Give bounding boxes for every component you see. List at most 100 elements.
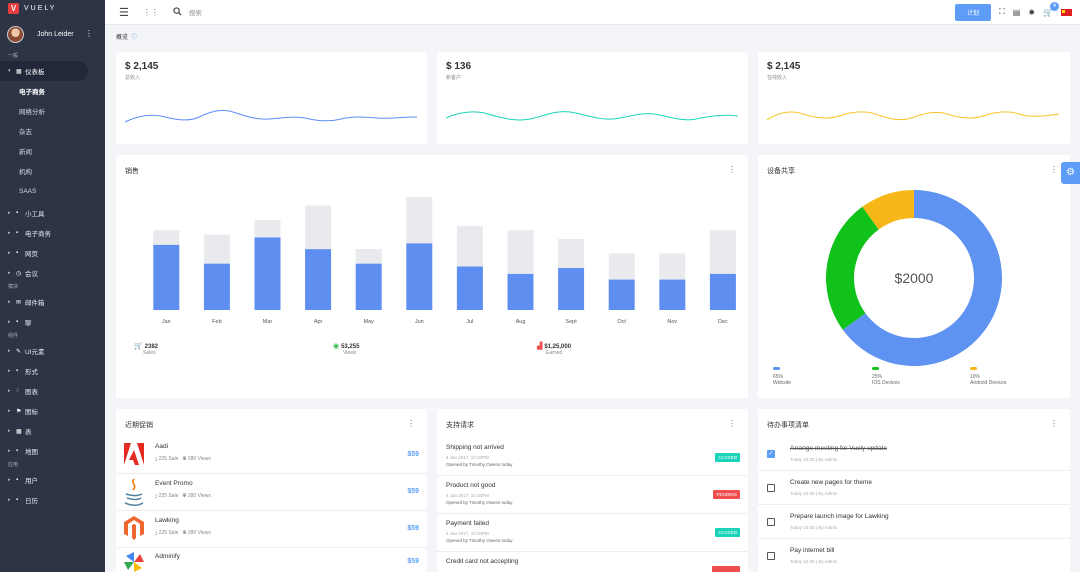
sidebar-item-calendar[interactable]: ▸ ▪ 日历 (0, 490, 105, 510)
sidebar-subitem-news[interactable]: 新闻 (0, 141, 105, 161)
sidebar-subitem-web-analytics[interactable]: 网络分析 (0, 101, 105, 121)
more-vert-icon[interactable]: ⋮ (728, 419, 736, 428)
sidebar-item-dashboard[interactable]: ▾ ▦ 仪表板 (0, 61, 88, 81)
checkbox[interactable] (767, 518, 775, 526)
promotion-price: $59 (407, 488, 419, 495)
bug-icon[interactable]: ✹ (1028, 8, 1035, 17)
bar-sept-series-2[interactable] (558, 238, 585, 268)
sidebar-item-icons[interactable]: ▸ ⚑ 图标 (0, 401, 105, 421)
bar-jul-series-2[interactable] (456, 225, 483, 267)
sidebar-item-chat[interactable]: ▸ ▪ 聊 (0, 312, 105, 332)
settings-gear-icon[interactable]: ⚙ (1061, 162, 1080, 184)
promotion-meta: ⤓ 225 Sale ◉ 280 Views (155, 530, 211, 536)
search-icon[interactable] (173, 6, 182, 18)
bar-mar-series-2[interactable] (254, 220, 281, 238)
todo-meta: Today 10:30 | By Admin (790, 491, 838, 496)
chat-icon[interactable]: ▤ (1013, 8, 1021, 17)
bar-sept-series-1[interactable] (558, 267, 585, 310)
bar-may-series-2[interactable] (355, 249, 382, 264)
sidebar-item-tables[interactable]: ▸ ▦ 表 (0, 421, 105, 441)
bar-feb-series-2[interactable] (203, 234, 230, 264)
sidebar-item-charts[interactable]: ▸ ◌ 图表 (0, 381, 105, 401)
bar-dec-series-1[interactable] (709, 273, 736, 310)
support-row[interactable]: Shipping not arrived 4 Jan 2017, 10:10PM… (437, 437, 748, 476)
bar-jun-series-2[interactable] (406, 196, 433, 244)
sidebar-item-pages[interactable]: ▸ ▪ 网页 (0, 243, 105, 263)
sidebar-item-session[interactable]: ▸ ◷ 会议 (0, 263, 105, 283)
support-row[interactable]: Product not good 4 Jan 2017, 10:10PM Ope… (437, 476, 748, 514)
summary-label: Sales (143, 350, 156, 356)
cart-icon[interactable]: 🛒 4 (1043, 1, 1059, 17)
apps-grid-icon[interactable]: ⋮⋮ (143, 8, 159, 17)
promotion-row[interactable]: Lawking ⤓ 225 Sale ◉ 280 Views $59 (116, 511, 427, 548)
bar-jan-series-2[interactable] (153, 230, 180, 245)
java-icon (124, 478, 144, 506)
more-vert-icon[interactable]: ⋮ (407, 419, 415, 428)
bar-jun-series-1[interactable] (406, 243, 433, 310)
stat-value: $ 2,145 (767, 61, 801, 72)
bar-mar-series-1[interactable] (254, 237, 281, 311)
topbar: ☰ ⋮⋮ 搜索 计划 ⛶ ▤ ✹ 🛒 4 (105, 0, 1080, 25)
promotion-views: 280 Views (187, 456, 211, 462)
bar-feb-series-1[interactable] (203, 263, 230, 310)
plan-button[interactable]: 计划 (955, 3, 992, 21)
sales-bar-chart: Jan Feb Mar Apr May Jun Jul Aug Sept Oct Nov Dec (153, 196, 736, 325)
support-date: 4 Jan 2017, 10:10PM (446, 531, 489, 536)
sidebar-item-forms[interactable]: ▸ ▪ 形式 (0, 361, 105, 381)
sidebar-item-widgets[interactable]: ▸ ▪ 小工具 (0, 203, 105, 223)
sidebar-item-ecommerce[interactable]: ▸ ▪ 电子商务 (0, 223, 105, 243)
sidebar-item-maps[interactable]: ▸ ▪ 地图 (0, 441, 105, 461)
bar-oct-series-2[interactable] (608, 253, 635, 280)
promotion-row[interactable]: Event Promo ⤓ 225 Sale ◉ 280 Views $59 (116, 474, 427, 511)
sidebar-subitem-agency[interactable]: 机构 (0, 161, 105, 181)
bar-jul-series-1[interactable] (456, 266, 483, 311)
sidebar-item-users[interactable]: ▸ ▪ 用户 (0, 470, 105, 490)
sidebar-item-ui-elements[interactable]: ▸ ✎ UI元素 (0, 341, 105, 361)
sidebar-subitem-saas[interactable]: SAAS (0, 181, 105, 201)
logo[interactable]: V VUELY (0, 0, 105, 17)
todo-row[interactable]: Pay internet bill Today 10:30 | By Admin (758, 539, 1070, 572)
bar-nov-series-1[interactable] (659, 279, 686, 310)
x-tick-label: May (364, 319, 375, 325)
bar-apr-series-2[interactable] (305, 205, 332, 250)
chat-icon: ▪ (16, 319, 19, 325)
todo-meta: Today 10:30 | By Admin (790, 457, 838, 462)
todo-row[interactable]: Create new pages for theme Today 10:30 |… (758, 471, 1070, 505)
bar-aug-series-2[interactable] (507, 230, 534, 274)
user-profile[interactable]: John Leider ⋮ (0, 17, 105, 52)
sidebar-item-inbox[interactable]: ▸ ✉ 邮件箱 (0, 292, 105, 312)
help-icon[interactable]: ⓘ (131, 35, 137, 41)
sidebar-subitem-ecommerce[interactable]: 电子商务 (0, 81, 105, 101)
promotion-row[interactable]: Adminify $59 (116, 548, 427, 572)
search-input[interactable]: 搜索 (189, 7, 202, 17)
bar-may-series-1[interactable] (355, 263, 382, 310)
checkbox-checked[interactable]: ✓ (767, 450, 775, 458)
promotion-row[interactable]: Aadi ⤓ 225 Sale ◉ 280 Views $59 (116, 437, 427, 474)
bar-oct-series-1[interactable] (608, 279, 635, 310)
sidebar-subitem-magazine[interactable]: 杂志 (0, 121, 105, 141)
china-flag-icon[interactable] (1061, 8, 1072, 16)
chevron-right-icon: ▸ (8, 299, 11, 305)
x-tick-label: Dec (718, 319, 728, 325)
menu-icon[interactable]: ☰ (119, 6, 129, 19)
todo-row[interactable]: ✓ Arrange meeting for Vuely update Today… (758, 437, 1070, 471)
checkbox[interactable] (767, 552, 775, 560)
bar-dec-series-2[interactable] (709, 230, 736, 274)
checkbox[interactable] (767, 484, 775, 492)
fullscreen-icon[interactable]: ⛶ (999, 7, 1005, 17)
more-vert-icon[interactable]: ⋮ (1050, 419, 1058, 428)
support-row[interactable]: Payment failed 4 Jan 2017, 10:10PM Opene… (437, 514, 748, 552)
sparkline-line (767, 111, 1059, 121)
sparkline-chart (446, 111, 738, 121)
avatar[interactable] (7, 26, 24, 43)
todo-row[interactable]: Prepare launch image for Lawking Today 1… (758, 505, 1070, 539)
donut-slice-ios-devices[interactable] (826, 206, 879, 330)
bar-jan-series-1[interactable] (153, 244, 180, 310)
bar-apr-series-1[interactable] (305, 249, 332, 310)
x-tick-label: Feb (212, 319, 221, 325)
bar-nov-series-2[interactable] (659, 253, 686, 280)
bar-aug-series-1[interactable] (507, 273, 534, 310)
more-vert-icon[interactable]: ⋮ (85, 29, 93, 38)
support-row[interactable]: Credit card not accepting (437, 552, 748, 572)
widgets-icon: ▪ (16, 210, 19, 216)
